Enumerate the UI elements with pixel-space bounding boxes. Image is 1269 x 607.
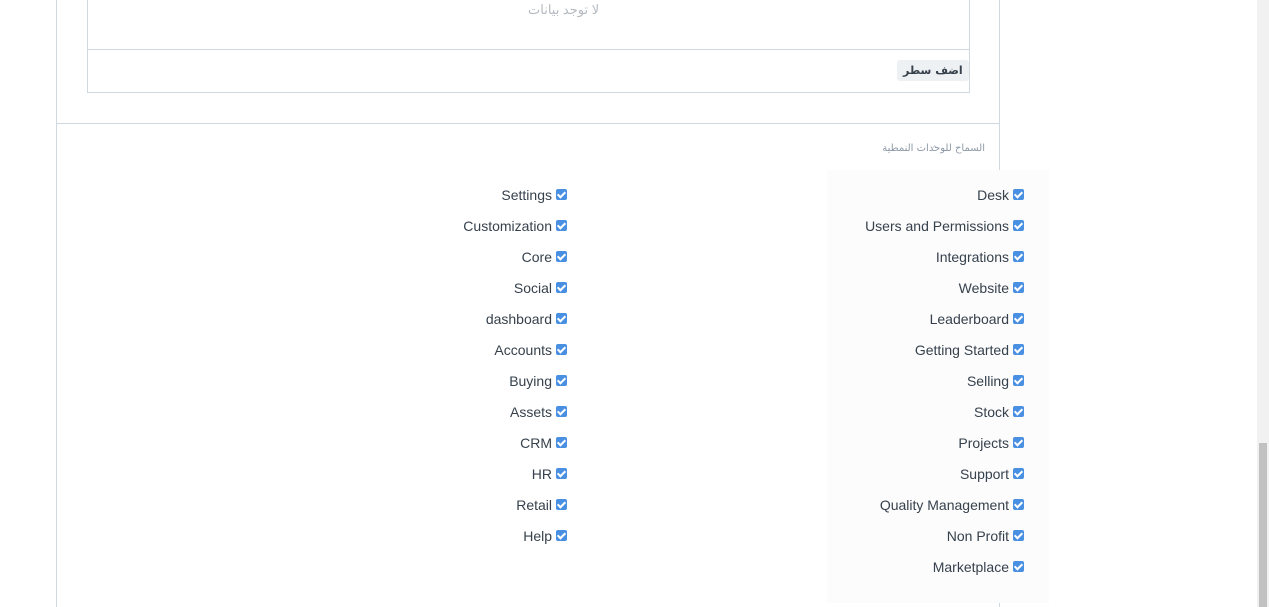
- module-label[interactable]: Non Profit: [947, 525, 1009, 547]
- module-label[interactable]: Projects: [958, 432, 1009, 454]
- module-item[interactable]: Social: [397, 277, 567, 308]
- checkbox-checked-icon[interactable]: [556, 282, 567, 293]
- module-item[interactable]: Quality Management: [757, 494, 1024, 525]
- checkbox-checked-icon[interactable]: [1013, 313, 1024, 324]
- module-label[interactable]: CRM: [520, 432, 552, 454]
- checkbox-checked-icon[interactable]: [1013, 406, 1024, 417]
- module-item[interactable]: Assets: [397, 401, 567, 432]
- module-label[interactable]: Getting Started: [915, 339, 1009, 361]
- module-item[interactable]: Core: [397, 246, 567, 277]
- module-item[interactable]: HR: [397, 463, 567, 494]
- checkbox-checked-icon[interactable]: [1013, 499, 1024, 510]
- module-label[interactable]: Users and Permissions: [865, 215, 1009, 237]
- table-empty-area: لا توجد بيانات: [88, 0, 969, 50]
- module-label[interactable]: Support: [960, 463, 1009, 485]
- module-item[interactable]: Getting Started: [757, 339, 1024, 370]
- module-item[interactable]: Website: [757, 277, 1024, 308]
- module-label[interactable]: Marketplace: [933, 556, 1009, 578]
- module-label[interactable]: Core: [522, 246, 552, 268]
- module-item[interactable]: Selling: [757, 370, 1024, 401]
- modules-column-left: Settings Customization Core Social dashboard…: [397, 184, 567, 556]
- child-table: لا توجد بيانات اضف سطر: [87, 0, 970, 93]
- module-item[interactable]: Stock: [757, 401, 1024, 432]
- checkbox-checked-icon[interactable]: [1013, 251, 1024, 262]
- checkbox-checked-icon[interactable]: [556, 437, 567, 448]
- checkbox-checked-icon[interactable]: [556, 313, 567, 324]
- checkbox-checked-icon[interactable]: [1013, 189, 1024, 200]
- module-label[interactable]: Website: [959, 277, 1009, 299]
- module-item[interactable]: Settings: [397, 184, 567, 215]
- checkbox-checked-icon[interactable]: [1013, 282, 1024, 293]
- module-label[interactable]: Social: [514, 277, 552, 299]
- module-item[interactable]: Integrations: [757, 246, 1024, 277]
- checkbox-checked-icon[interactable]: [1013, 220, 1024, 231]
- module-item[interactable]: Users and Permissions: [757, 215, 1024, 246]
- form-page: لا توجد بيانات اضف سطر ⌃ السماح للوحدات …: [56, 0, 1049, 607]
- module-item[interactable]: Support: [757, 463, 1024, 494]
- checkbox-checked-icon[interactable]: [1013, 530, 1024, 541]
- module-label[interactable]: Help: [523, 525, 552, 547]
- scrollbar-thumb[interactable]: [1259, 443, 1267, 607]
- module-label[interactable]: Accounts: [494, 339, 552, 361]
- module-label[interactable]: Stock: [974, 401, 1009, 423]
- section-title-allow-modules[interactable]: السماح للوحدات النمطية: [875, 143, 985, 154]
- checkbox-checked-icon[interactable]: [1013, 561, 1024, 572]
- module-item[interactable]: Help: [397, 525, 567, 556]
- checkbox-checked-icon[interactable]: [1013, 375, 1024, 386]
- module-item[interactable]: Non Profit: [757, 525, 1024, 556]
- checkbox-checked-icon[interactable]: [556, 220, 567, 231]
- module-item[interactable]: Retail: [397, 494, 567, 525]
- module-item[interactable]: Projects: [757, 432, 1024, 463]
- checkbox-checked-icon[interactable]: [556, 251, 567, 262]
- module-label[interactable]: Settings: [501, 184, 552, 206]
- module-item[interactable]: Desk: [757, 184, 1024, 215]
- checkbox-checked-icon[interactable]: [556, 468, 567, 479]
- module-label[interactable]: Buying: [509, 370, 552, 392]
- page-scrollbar[interactable]: [1257, 0, 1269, 607]
- module-label[interactable]: Leaderboard: [930, 308, 1009, 330]
- module-item[interactable]: Accounts: [397, 339, 567, 370]
- no-data-text: لا توجد بيانات: [528, 2, 600, 17]
- checkbox-checked-icon[interactable]: [1013, 468, 1024, 479]
- checkbox-checked-icon[interactable]: [556, 344, 567, 355]
- module-item[interactable]: CRM: [397, 432, 567, 463]
- module-label[interactable]: Customization: [463, 215, 552, 237]
- checkbox-checked-icon[interactable]: [1013, 437, 1024, 448]
- module-label[interactable]: dashboard: [486, 308, 552, 330]
- add-row-button[interactable]: اضف سطر: [897, 60, 969, 81]
- module-label[interactable]: Retail: [516, 494, 552, 516]
- module-label[interactable]: Integrations: [936, 246, 1009, 268]
- modules-column-right: Desk Users and Permissions Integrations Web…: [757, 170, 1049, 603]
- section-divider: [57, 123, 999, 124]
- module-label[interactable]: HR: [532, 463, 552, 485]
- module-label[interactable]: Selling: [967, 370, 1009, 392]
- module-item[interactable]: Marketplace: [757, 556, 1024, 587]
- module-label[interactable]: Quality Management: [880, 494, 1009, 516]
- checkbox-checked-icon[interactable]: [556, 406, 567, 417]
- module-item[interactable]: Buying: [397, 370, 567, 401]
- module-item[interactable]: Customization: [397, 215, 567, 246]
- checkbox-checked-icon[interactable]: [1013, 344, 1024, 355]
- module-item[interactable]: Leaderboard: [757, 308, 1024, 339]
- module-label[interactable]: Desk: [977, 184, 1009, 206]
- checkbox-checked-icon[interactable]: [556, 499, 567, 510]
- checkbox-checked-icon[interactable]: [556, 189, 567, 200]
- checkbox-checked-icon[interactable]: [556, 530, 567, 541]
- module-label[interactable]: Assets: [510, 401, 552, 423]
- module-item[interactable]: dashboard: [397, 308, 567, 339]
- checkbox-checked-icon[interactable]: [556, 375, 567, 386]
